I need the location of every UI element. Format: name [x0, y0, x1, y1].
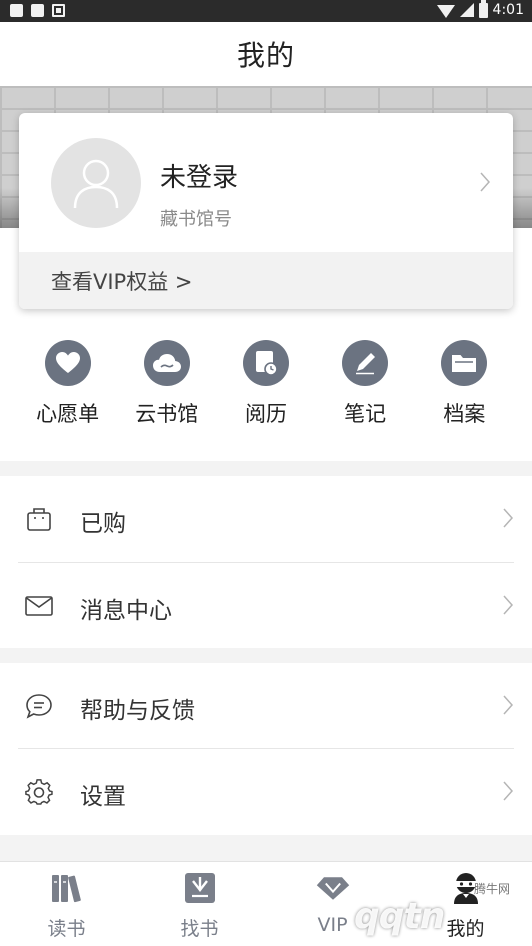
chevron-right-icon[interactable] [479, 171, 491, 193]
chat-bubble-icon [24, 692, 54, 720]
menu-item-help-feedback[interactable]: 帮助与反馈 [0, 663, 532, 749]
diamond-icon [315, 870, 351, 906]
folder-icon [441, 340, 488, 386]
user-placeholder-icon [73, 159, 119, 209]
shopping-bag-icon [24, 505, 54, 533]
library-id-label: 藏书馆号 [160, 209, 232, 230]
notification-icon [10, 4, 23, 17]
nav-tab-read[interactable]: 读书 [0, 862, 133, 946]
profile-card[interactable]: 未登录 藏书馆号 查看VIP权益 > [19, 113, 513, 309]
nav-tab-vip[interactable]: VIP [266, 862, 399, 946]
history-clock-icon [242, 340, 289, 386]
status-time: 4:01 [492, 2, 524, 18]
quick-action-label: 心愿单 [36, 402, 100, 426]
vip-benefits-link[interactable]: 查看VIP权益 > [19, 252, 513, 309]
chevron-right-icon [503, 508, 514, 528]
user-avatar-icon [448, 870, 484, 906]
menu-item-purchased[interactable]: 已购 [0, 476, 532, 562]
menu-item-label: 设置 [80, 784, 126, 810]
menu-item-settings[interactable]: 设置 [0, 749, 532, 835]
pen-icon [342, 340, 389, 386]
gear-icon [24, 778, 54, 806]
wifi-icon [436, 4, 455, 18]
quick-action-label: 笔记 [344, 402, 387, 426]
quick-action-history[interactable]: 阅历 [222, 340, 310, 440]
bookmark-download-icon [182, 870, 218, 906]
cloud-icon [143, 340, 190, 386]
nav-tab-label: 我的 [446, 918, 485, 940]
signal-icon [459, 3, 474, 17]
menu-item-label: 已购 [80, 511, 126, 537]
quick-actions: 心愿单 云书馆 阅历 笔记 档案 [0, 340, 532, 440]
app-notification-icon [52, 4, 65, 17]
bottom-navigation: 读书 找书 VIP 我的 [0, 861, 532, 946]
quick-action-notes[interactable]: 笔记 [321, 340, 409, 440]
nav-tab-label: 找书 [180, 918, 219, 940]
quick-action-archive[interactable]: 档案 [420, 340, 508, 440]
mail-icon [24, 592, 54, 620]
menu-item-label: 消息中心 [80, 598, 172, 624]
quick-action-label: 云书馆 [135, 402, 199, 426]
menu-item-messages[interactable]: 消息中心 [0, 563, 532, 649]
nav-tab-mine[interactable]: 我的 [399, 862, 532, 946]
quick-action-cloud-library[interactable]: 云书馆 [123, 340, 211, 440]
quick-action-wishlist[interactable]: 心愿单 [24, 340, 112, 440]
section-divider [0, 835, 532, 861]
section-divider [0, 461, 532, 476]
status-bar: 4:01 [0, 0, 532, 22]
quick-action-label: 档案 [443, 402, 486, 426]
nav-tab-label: VIP [317, 914, 348, 936]
battery-icon [478, 0, 488, 18]
chevron-right-icon [503, 781, 514, 801]
page-title: 我的 [236, 39, 295, 72]
nav-tab-label: 读书 [47, 918, 86, 940]
section-divider [0, 648, 532, 663]
heart-icon [44, 340, 91, 386]
avatar[interactable] [51, 138, 141, 228]
chevron-right-icon [503, 695, 514, 715]
quick-action-label: 阅历 [244, 402, 287, 426]
notification-icon [31, 4, 44, 17]
chevron-right-icon [503, 595, 514, 615]
nav-tab-find-books[interactable]: 找书 [133, 862, 266, 946]
username[interactable]: 未登录 [160, 157, 238, 194]
books-icon [49, 870, 85, 906]
menu-item-label: 帮助与反馈 [80, 698, 195, 724]
title-bar: 我的 [0, 22, 532, 86]
